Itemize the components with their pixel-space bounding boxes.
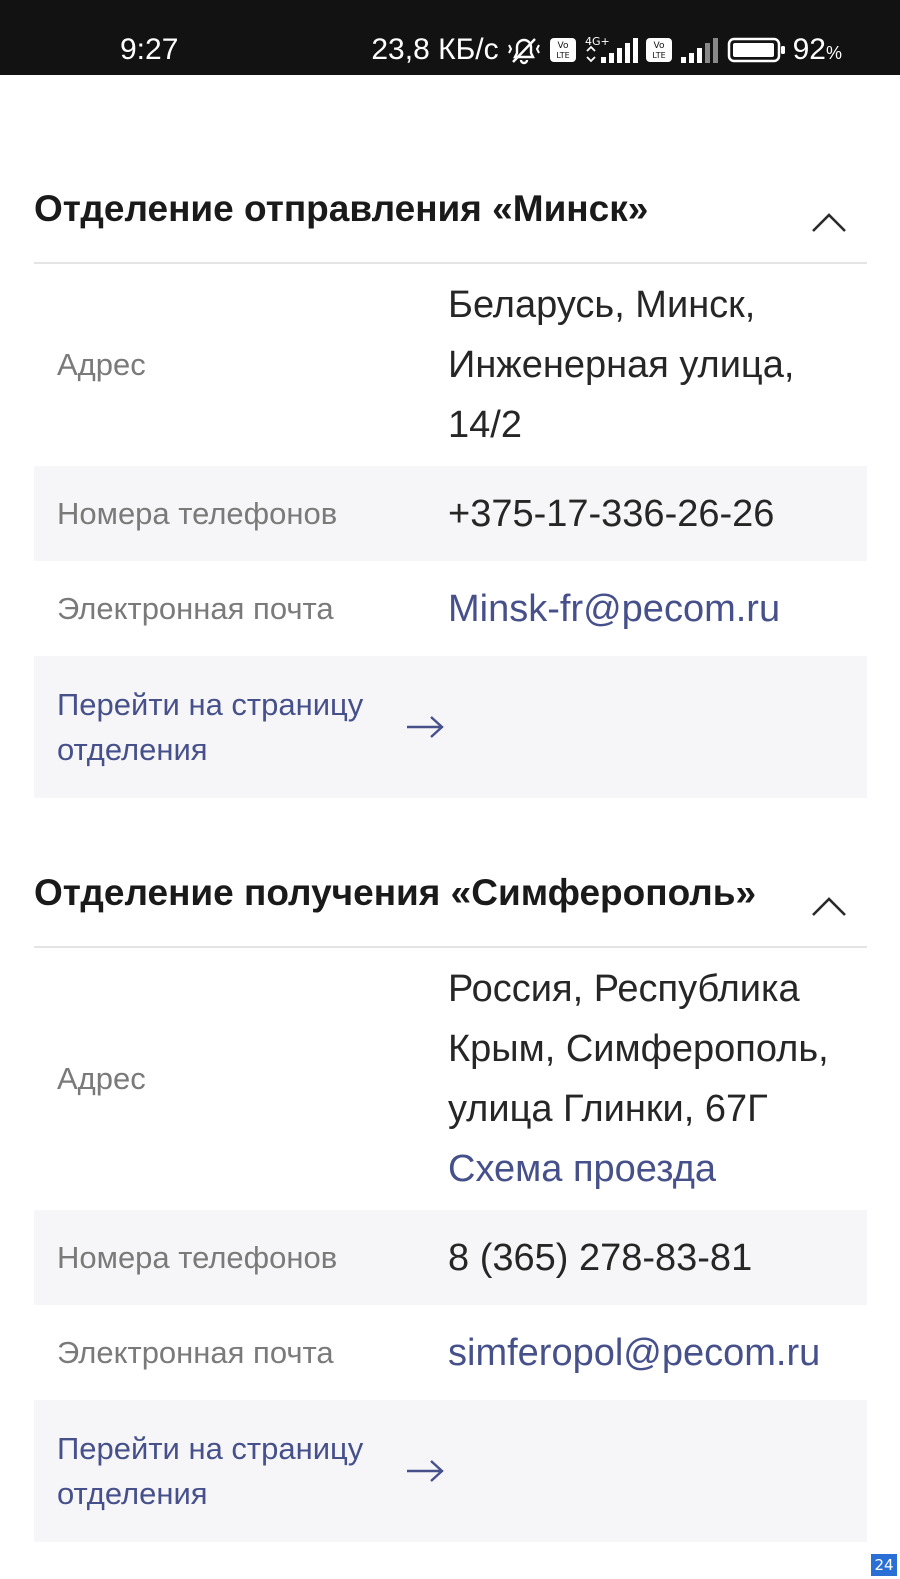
corner-badge: 24	[871, 1554, 897, 1576]
status-bar: 9:27 23,8 КБ/с Vo LTE 4G+ Vo LTE 92%	[0, 0, 900, 75]
phones-label: Номера телефонов	[57, 1239, 338, 1275]
address-line: Россия, Республика	[448, 968, 800, 1010]
email-row: Электронная почта Minsk-fr@pecom.ru	[34, 561, 867, 656]
office-page-link-line: Перейти на страницу	[57, 1431, 364, 1466]
route-map-link[interactable]: Схема проезда	[448, 1139, 867, 1199]
office-page-link-line: отделения	[57, 732, 208, 767]
office-page-link-line: Перейти на страницу	[57, 687, 364, 722]
address-line: Инженерная улица,	[448, 344, 795, 386]
svg-text:Vo: Vo	[557, 41, 568, 51]
battery-percent: 92%	[793, 33, 842, 67]
battery-percent-value: 92	[792, 33, 826, 66]
office-page-link-text[interactable]: Перейти на страницу отделения	[34, 1426, 387, 1516]
svg-text:Vo: Vo	[653, 41, 664, 51]
section-header[interactable]: Отделение отправления «Минск»	[34, 162, 867, 264]
phones-row: Номера телефонов 8 (365) 278-83-81	[34, 1210, 867, 1305]
address-line: улица Глинки, 67Г	[448, 1088, 768, 1130]
email-label: Электронная почта	[57, 590, 334, 626]
email-link[interactable]: simferopol@pecom.ru	[424, 1305, 867, 1400]
address-row: Адрес Беларусь, Минск, Инженерная улица,…	[34, 264, 867, 466]
battery-icon	[727, 36, 787, 64]
battery-percent-unit: %	[825, 43, 842, 63]
section-title: Отделение отправления «Минск»	[34, 188, 649, 229]
section-header[interactable]: Отделение получения «Симферополь»	[34, 846, 867, 948]
chevron-up-icon[interactable]	[809, 210, 849, 234]
phones-row: Номера телефонов +375-17-336-26-26	[34, 466, 867, 561]
address-line: 14/2	[448, 404, 522, 446]
office-page-link[interactable]: Перейти на страницу отделения	[34, 1400, 867, 1542]
section-title: Отделение получения «Симферополь»	[34, 872, 757, 913]
phone-value[interactable]: +375-17-336-26-26	[424, 466, 867, 561]
signal-icon: 4G+	[583, 35, 639, 65]
network-speed: 23,8 КБ/с	[371, 33, 499, 66]
arrow-right-icon[interactable]	[405, 714, 445, 740]
address-value: Россия, Республика Крым, Симферополь, ул…	[424, 948, 867, 1210]
email-label: Электронная почта	[57, 1334, 334, 1370]
phones-label: Номера телефонов	[57, 495, 338, 531]
address-label: Адрес	[57, 347, 146, 382]
departure-office-section: Отделение отправления «Минск» Адрес Бела…	[34, 162, 867, 798]
phone-value[interactable]: 8 (365) 278-83-81	[424, 1210, 867, 1305]
office-page-link-text[interactable]: Перейти на страницу отделения	[34, 682, 387, 772]
arrival-office-section: Отделение получения «Симферополь» Адрес …	[34, 846, 867, 1542]
address-row: Адрес Россия, Республика Крым, Симферопо…	[34, 948, 867, 1210]
status-icons: 23,8 КБ/с Vo LTE 4G+ Vo LTE 92%	[371, 30, 842, 70]
chevron-up-icon[interactable]	[809, 894, 849, 918]
mute-icon	[505, 35, 543, 65]
signal-icon	[679, 35, 721, 65]
status-time: 9:27	[120, 33, 179, 66]
address-label: Адрес	[57, 1061, 146, 1096]
address-value: Беларусь, Минск, Инженерная улица, 14/2	[424, 264, 867, 466]
email-row: Электронная почта simferopol@pecom.ru	[34, 1305, 867, 1400]
email-link[interactable]: Minsk-fr@pecom.ru	[424, 561, 867, 656]
network-type-label: 4G+	[585, 35, 610, 48]
svg-text:LTE: LTE	[556, 51, 569, 60]
office-page-link-line: отделения	[57, 1476, 208, 1511]
svg-text:LTE: LTE	[652, 51, 665, 60]
volte-icon: Vo LTE	[549, 37, 577, 63]
address-line: Беларусь, Минск,	[448, 284, 756, 326]
office-page-link[interactable]: Перейти на страницу отделения	[34, 656, 867, 798]
arrow-right-icon[interactable]	[405, 1458, 445, 1484]
volte-icon: Vo LTE	[645, 37, 673, 63]
address-line: Крым, Симферополь,	[448, 1028, 829, 1070]
